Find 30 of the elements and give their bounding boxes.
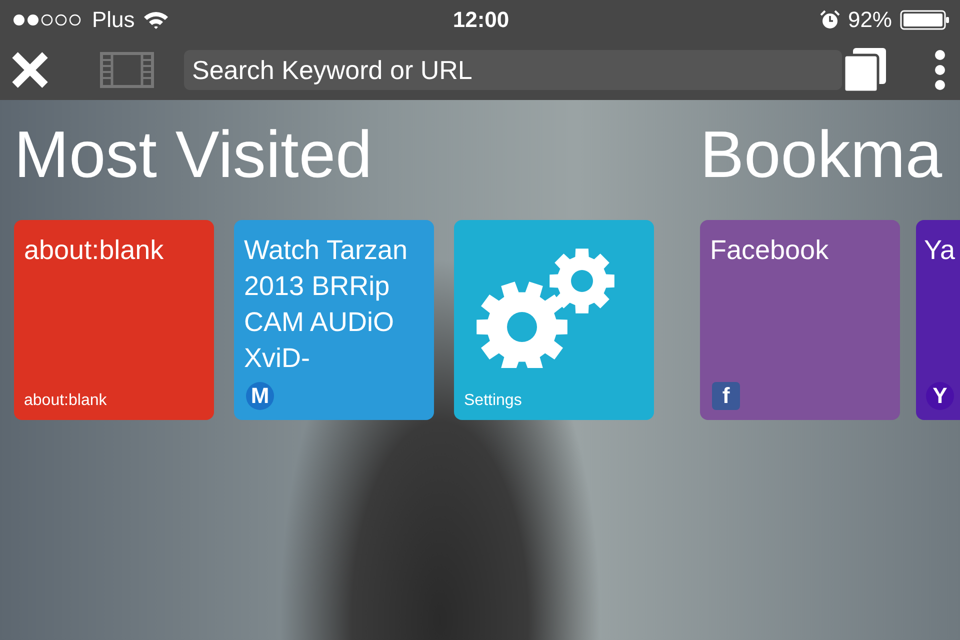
more-icon: [934, 49, 946, 91]
battery-icon: [900, 10, 950, 30]
tabs-button[interactable]: [842, 47, 888, 93]
site-tile[interactable]: Settings: [454, 220, 654, 420]
section-heading: Bookma: [700, 116, 944, 193]
wifi-icon: [142, 10, 169, 30]
site-logo: f: [712, 382, 740, 410]
carrier-name: Plus: [92, 7, 135, 33]
search-field[interactable]: Search Keyword or URL: [184, 50, 842, 90]
tile-title: Watch Tarzan 2013 BRRip CAM AUDiO XviD-: [244, 234, 409, 375]
section-heading: Most Visited: [14, 116, 374, 193]
clock-time: 12:00: [452, 7, 510, 33]
tile-title: Facebook: [710, 234, 830, 267]
tile-title: about:blank: [24, 234, 165, 267]
more-button[interactable]: [934, 49, 946, 91]
site-logo: M: [246, 382, 274, 410]
battery-percent: 92%: [848, 7, 892, 33]
site-tile[interactable]: Facebook f: [700, 220, 900, 420]
tile-caption: about:blank: [24, 392, 108, 410]
close-icon: [10, 50, 50, 90]
tile-caption: Settings: [464, 392, 523, 410]
site-tile[interactable]: Ya Y: [916, 220, 960, 420]
close-button[interactable]: [10, 50, 50, 90]
site-tile[interactable]: Watch Tarzan 2013 BRRip CAM AUDiO XviD- M: [234, 220, 434, 420]
site-tile[interactable]: about:blank about:blank: [14, 220, 214, 420]
alarm-clock-icon: [820, 10, 840, 30]
tile-title: Ya: [924, 234, 956, 267]
site-logo: Y: [926, 382, 954, 410]
tabs-icon: [842, 47, 888, 93]
film-strip-icon: [100, 52, 154, 88]
